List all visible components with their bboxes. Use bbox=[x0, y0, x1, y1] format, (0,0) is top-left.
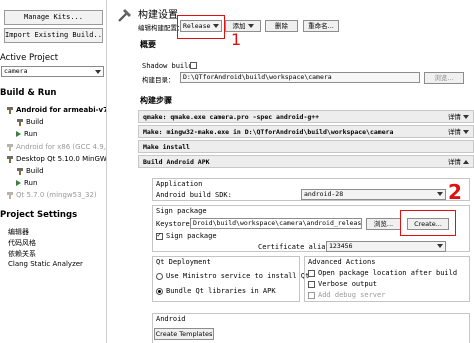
keystore-input[interactable]: Droid\build\workspace\camera\android_rel… bbox=[190, 218, 362, 229]
details-toggle[interactable]: 详情 bbox=[448, 127, 469, 137]
shadow-build-checkbox[interactable] bbox=[190, 62, 197, 69]
kit-icon bbox=[6, 155, 13, 163]
sdk-select[interactable]: android-28 bbox=[301, 189, 446, 200]
kit-qt-570[interactable]: Qt 5.7.0 (mingw53_32) bbox=[6, 191, 97, 199]
open-location-checkbox[interactable] bbox=[308, 270, 315, 277]
chevron-down-icon bbox=[437, 192, 443, 196]
chevron-down-icon bbox=[95, 70, 101, 74]
build-step-make-install[interactable]: Make install bbox=[138, 140, 474, 153]
kit-icon bbox=[6, 191, 13, 199]
bundle-qt-radio[interactable] bbox=[156, 288, 163, 295]
kit-icon bbox=[6, 106, 13, 114]
settings-item-clang-analyzer[interactable]: Clang Static Analyzer bbox=[8, 260, 83, 268]
project-select[interactable]: camera bbox=[1, 66, 104, 77]
keystore-label: Keystore: bbox=[156, 220, 194, 228]
kit-android-armeabi-build[interactable]: Build bbox=[16, 118, 44, 126]
manage-kits-button[interactable]: Manage Kits... bbox=[4, 10, 103, 25]
chevron-down-icon bbox=[463, 115, 469, 119]
details-toggle[interactable]: 详情 bbox=[448, 157, 469, 167]
cert-alias-select[interactable]: 123456 bbox=[326, 241, 446, 252]
build-dir-browse-button[interactable]: 浏览... bbox=[424, 72, 464, 84]
settings-item-dependencies[interactable]: 依赖关系 bbox=[8, 249, 36, 259]
build-step-android-apk[interactable]: Build Android APK 详情 bbox=[138, 155, 474, 168]
qt-deployment-label: Qt Deployment bbox=[156, 258, 211, 266]
kit-android-armeabi-run[interactable]: Run bbox=[16, 130, 37, 138]
ministro-radio[interactable] bbox=[156, 273, 163, 280]
hammer-icon bbox=[16, 167, 23, 175]
details-toggle[interactable]: 详情 bbox=[448, 112, 469, 122]
run-icon bbox=[16, 180, 21, 186]
debug-server-label: Add debug server bbox=[318, 291, 386, 299]
chevron-down-icon bbox=[247, 24, 254, 28]
general-heading: 概要 bbox=[140, 40, 156, 49]
project-select-value: camera bbox=[4, 67, 28, 75]
sign-package-group-label: Sign package bbox=[156, 207, 207, 215]
application-label: Application bbox=[156, 180, 203, 188]
annotation-mark-1: 1 bbox=[231, 30, 242, 49]
build-dir-input[interactable]: D:\QTforAndroid\build\workspace\camera bbox=[180, 72, 420, 83]
chevron-down-icon bbox=[437, 244, 443, 248]
build-run-heading: Build & Run bbox=[0, 88, 57, 98]
kit-desktop-qt-build[interactable]: Build bbox=[16, 167, 44, 175]
settings-item-code-style[interactable]: 代码风格 bbox=[8, 238, 36, 248]
run-icon bbox=[16, 131, 21, 137]
chevron-down-icon bbox=[463, 160, 469, 164]
sign-package-checkbox[interactable] bbox=[156, 231, 163, 240]
left-panel: Manage Kits... Import Existing Build... … bbox=[0, 0, 107, 343]
page-title: 构建设置 bbox=[138, 10, 178, 21]
build-steps-heading: 构建步骤 bbox=[140, 96, 172, 105]
settings-item-editor[interactable]: 编辑器 bbox=[8, 227, 29, 237]
ministro-label: Use Ministro service to install Qt bbox=[166, 272, 310, 280]
annotation-box-1 bbox=[177, 15, 225, 39]
kit-android-x86[interactable]: Android for x86 (GCC 4.9, ... bbox=[6, 143, 106, 151]
keystore-browse-button[interactable]: 浏览... bbox=[366, 218, 401, 230]
shadow-build-label: Shadow build: bbox=[142, 62, 197, 70]
cert-alias-value: 123456 bbox=[329, 242, 353, 250]
annotation-box-2 bbox=[400, 210, 456, 236]
android-group-label: Android bbox=[156, 315, 186, 323]
verbose-label: Verbose output bbox=[318, 280, 378, 288]
open-location-label: Open package location after build bbox=[318, 269, 458, 277]
sdk-select-value: android-28 bbox=[304, 190, 344, 198]
kit-android-armeabi[interactable]: Android for armeabi-v7a... bbox=[6, 106, 106, 114]
build-dir-label: 构建目录： bbox=[142, 76, 175, 84]
delete-config-button[interactable]: 删除 bbox=[265, 20, 298, 32]
debug-server-checkbox[interactable] bbox=[308, 292, 315, 299]
project-settings-heading: Project Settings bbox=[0, 210, 78, 220]
advanced-actions-label: Advanced Actions bbox=[308, 258, 376, 266]
verbose-checkbox[interactable] bbox=[308, 281, 315, 288]
build-step-qmake[interactable]: qmake: qmake.exe camera.pro -spec androi… bbox=[138, 110, 474, 123]
hammer-icon bbox=[16, 118, 23, 126]
import-existing-build-button[interactable]: Import Existing Build... bbox=[4, 28, 103, 43]
kit-desktop-qt-run[interactable]: Run bbox=[16, 179, 37, 187]
kit-icon bbox=[6, 143, 13, 151]
active-project-heading: Active Project bbox=[0, 53, 59, 63]
bundle-qt-label: Bundle Qt libraries in APK bbox=[166, 287, 276, 295]
sign-package-checkbox-label: Sign package bbox=[166, 232, 217, 240]
build-settings-icon bbox=[116, 6, 134, 24]
sdk-label: Android build SDK: bbox=[156, 191, 232, 199]
cert-alias-label: Certificate alias: bbox=[258, 243, 334, 251]
annotation-mark-2: 2 bbox=[448, 180, 462, 204]
rename-config-button[interactable]: 重命名... bbox=[303, 20, 339, 32]
build-step-make[interactable]: Make: mingw32-make.exe in D:\QTforAndroi… bbox=[138, 125, 474, 138]
kit-desktop-qt[interactable]: Desktop Qt 5.10.0 MinGW... bbox=[6, 155, 106, 163]
build-settings-panel: 构建设置 编辑构建配置： Release 添加 删除 重命名... 1 概要 S… bbox=[108, 0, 474, 343]
create-templates-button[interactable]: Create Templates bbox=[154, 328, 214, 340]
chevron-down-icon bbox=[463, 130, 469, 134]
